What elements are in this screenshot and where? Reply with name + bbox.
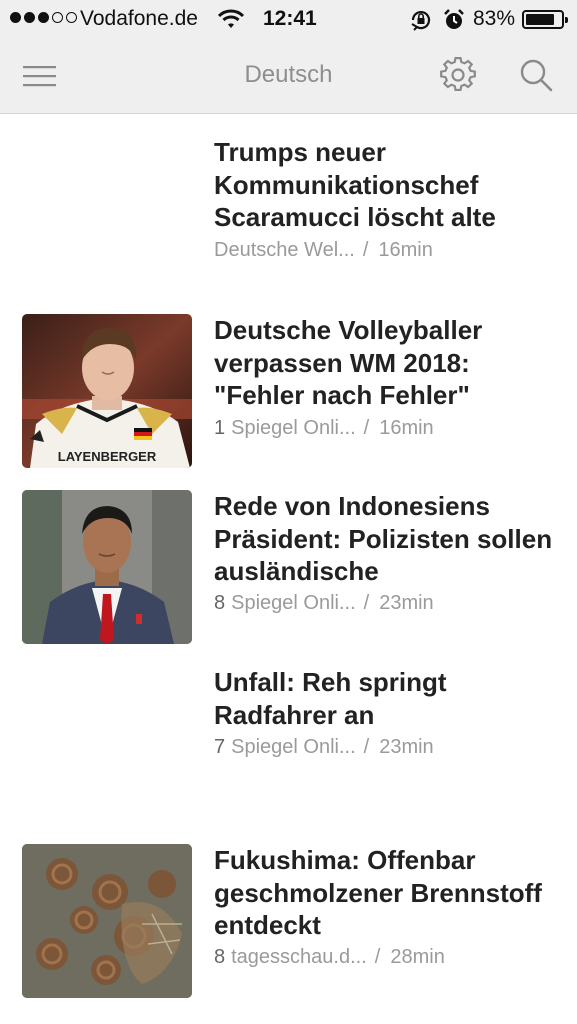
gear-icon bbox=[440, 57, 476, 92]
comment-count: 1 bbox=[214, 417, 226, 439]
comment-count: 8 bbox=[214, 592, 226, 614]
navigation-bar: Deutsch bbox=[0, 38, 577, 114]
comment-count: 8 bbox=[214, 946, 226, 968]
meta-separator: / bbox=[363, 592, 370, 614]
article-item[interactable]: Unfall: Reh springt Radfahrer an 7 Spiege… bbox=[0, 648, 577, 824]
meta-separator: / bbox=[362, 239, 369, 261]
page-title: Deutsch bbox=[244, 61, 333, 88]
signal-strength-icon bbox=[10, 12, 77, 23]
article-source: Spiegel Onli... bbox=[231, 592, 356, 614]
article-item[interactable]: LAYENBERGER Deutsche Volleyballer verpas… bbox=[0, 292, 577, 470]
article-source: tagesschau.d... bbox=[231, 946, 367, 968]
carrier-name: Vodafone.de bbox=[80, 7, 198, 30]
article-meta: 8 tagesschau.d... / 28min bbox=[214, 946, 445, 969]
article-title: Deutsche Volleyballer verpassen WM 2018:… bbox=[214, 315, 483, 410]
article-title: Rede von Indonesiens Präsident: Polizist… bbox=[214, 491, 553, 586]
meta-separator: / bbox=[363, 417, 370, 439]
wifi-icon bbox=[217, 9, 245, 35]
article-thumbnail bbox=[22, 844, 192, 998]
battery-percentage: 83% bbox=[473, 7, 516, 30]
article-thumbnail bbox=[22, 490, 192, 644]
article-meta: 7 Spiegel Onli... / 23min bbox=[214, 736, 434, 759]
article-title: Unfall: Reh springt Radfahrer an bbox=[214, 667, 447, 730]
reactor-debris-image bbox=[22, 844, 192, 998]
status-bar: Vodafone.de 12:41 83% bbox=[0, 0, 577, 38]
article-meta: Deutsche Wel... / 16min bbox=[214, 239, 433, 262]
search-icon bbox=[520, 59, 553, 92]
article-age: 23min bbox=[379, 736, 434, 758]
search-button[interactable] bbox=[518, 57, 554, 93]
clock: 12:41 bbox=[263, 7, 317, 30]
alarm-icon bbox=[442, 8, 466, 38]
comment-count: 7 bbox=[214, 736, 226, 758]
article-source: Spiegel Onli... bbox=[231, 417, 356, 439]
article-source: Spiegel Onli... bbox=[231, 736, 356, 758]
article-age: 23min bbox=[379, 592, 434, 614]
article-age: 16min bbox=[378, 239, 433, 261]
battery-icon bbox=[522, 10, 568, 29]
article-item[interactable]: Trumps neuer Kommunikationschef Scaramuc… bbox=[0, 114, 577, 292]
volleyball-player-image: LAYENBERGER bbox=[22, 314, 192, 468]
meta-separator: / bbox=[374, 946, 381, 968]
article-meta: 8 Spiegel Onli... / 23min bbox=[214, 592, 434, 615]
article-item[interactable]: Fukushima: Offenbar geschmolzener Brenns… bbox=[0, 824, 577, 1024]
president-portrait-image bbox=[22, 490, 192, 644]
article-source: Deutsche Wel... bbox=[214, 239, 355, 261]
article-thumbnail: LAYENBERGER bbox=[22, 314, 192, 468]
meta-separator: / bbox=[363, 736, 370, 758]
settings-button[interactable] bbox=[440, 57, 476, 93]
rotation-lock-icon bbox=[409, 8, 433, 38]
article-item[interactable]: Rede von Indonesiens Präsident: Polizist… bbox=[0, 470, 577, 648]
article-title: Fukushima: Offenbar geschmolzener Brenns… bbox=[214, 845, 542, 940]
article-meta: 1 Spiegel Onli... / 16min bbox=[214, 417, 434, 440]
article-age: 28min bbox=[390, 946, 445, 968]
jersey-sponsor-logo: LAYENBERGER bbox=[58, 449, 157, 464]
article-title: Trumps neuer Kommunikationschef Scaramuc… bbox=[214, 137, 496, 232]
article-age: 16min bbox=[379, 417, 434, 439]
